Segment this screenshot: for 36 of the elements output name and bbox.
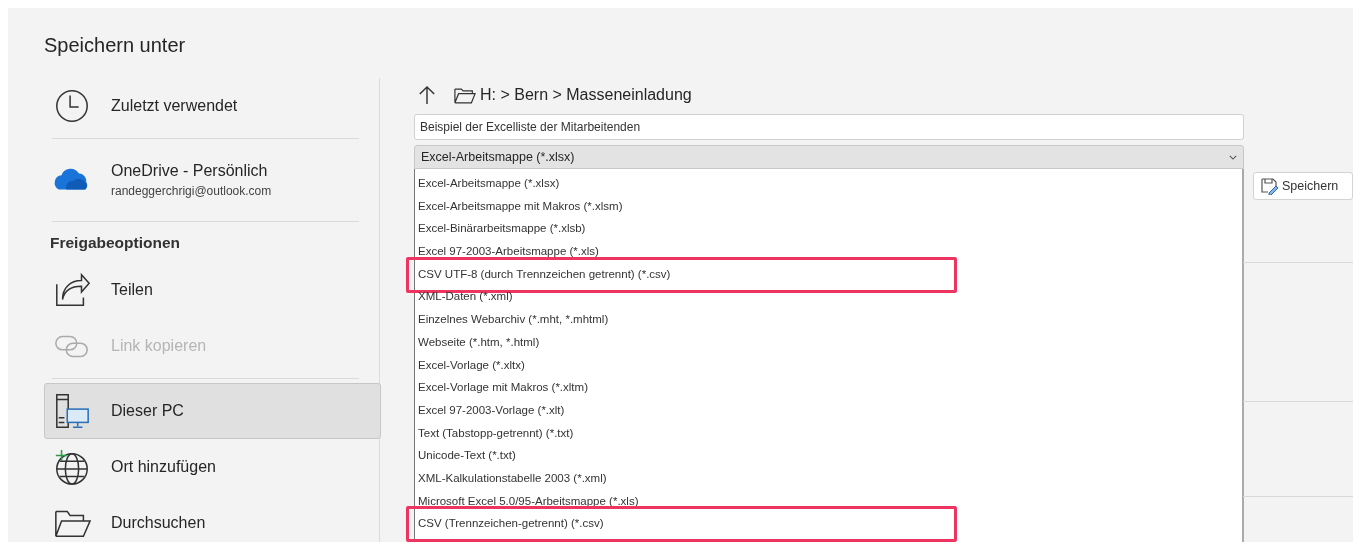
file-type-option[interactable]: Text (Tabstopp-getrennt) (*.txt) xyxy=(415,421,1242,445)
file-type-option[interactable]: CSV UTF-8 (durch Trennzeichen getrennt) (*.csv) xyxy=(415,262,1242,286)
file-type-option[interactable]: XML-Daten (*.xml) xyxy=(415,285,1242,309)
sidebar-item[interactable]: Dieser PC xyxy=(44,383,381,439)
sidebar-item[interactable]: Ort hinzufügen xyxy=(44,439,381,495)
folder-icon xyxy=(454,86,476,104)
globe-icon xyxy=(53,448,91,486)
file-type-option[interactable]: Unicode-Text (*.txt) xyxy=(415,444,1242,467)
chevron-down-icon xyxy=(1229,154,1237,160)
sidebar-item[interactable]: Zuletzt verwendet xyxy=(44,78,381,134)
up-arrow-icon[interactable] xyxy=(418,84,436,106)
sidebar-item[interactable]: OneDrive - Persönlich randeggerchrigi@outlook.com xyxy=(44,143,381,217)
file-type-option[interactable]: Excel-Arbeitsmappe mit Makros (*.xlsm) xyxy=(415,194,1242,218)
file-type-option[interactable]: Excel 97-2003-Arbeitsmappe (*.xls) xyxy=(415,240,1242,263)
computer-icon xyxy=(53,392,91,430)
file-type-option[interactable]: XML-Kalkulationstabelle 2003 (*.xml) xyxy=(415,466,1242,490)
section-heading: Freigabeoptionen xyxy=(49,233,182,253)
file-type-option[interactable]: Excel-Arbeitsmappe (*.xlsx) xyxy=(415,172,1242,195)
sidebar-item[interactable]: Teilen xyxy=(44,262,381,318)
file-type-option[interactable]: Excel 97-2003-Vorlage (*.xlt) xyxy=(415,398,1242,422)
file-type-option[interactable]: Excel-Vorlage (*.xltx) xyxy=(415,353,1242,377)
save-button[interactable]: Speichern xyxy=(1253,172,1353,200)
sidebar-item[interactable]: Durchsuchen xyxy=(44,495,381,542)
file-type-option[interactable]: Microsoft Excel 5.0/95-Arbeitsmappe (*.xls) xyxy=(415,489,1242,513)
clock-icon xyxy=(53,87,91,125)
file-type-option[interactable]: Webseite (*.htm, *.html) xyxy=(415,330,1242,354)
save-icon xyxy=(1260,177,1278,195)
file-type-dropdown[interactable]: Excel-Arbeitsmappe (*.xlsx) xyxy=(414,145,1244,169)
share-icon xyxy=(53,271,91,309)
file-type-option[interactable]: Einzelnes Webarchiv (*.mht, *.mhtml) xyxy=(415,308,1242,331)
file-type-option[interactable]: Excel-Vorlage mit Makros (*.xltm) xyxy=(415,376,1242,399)
filename-field[interactable]: Beispiel der Excelliste der Mitarbeitenden xyxy=(414,114,1244,140)
file-type-option[interactable]: CSV (Trennzeichen-getrennt) (*.csv) xyxy=(415,512,1242,535)
folder-path[interactable]: H: > Bern > Masseneinladung xyxy=(480,86,692,104)
file-type-option[interactable]: Excel-Binärarbeitsmappe (*.xlsb) xyxy=(415,217,1242,241)
account-email: randeggerchrigi@outlook.com xyxy=(111,184,272,198)
